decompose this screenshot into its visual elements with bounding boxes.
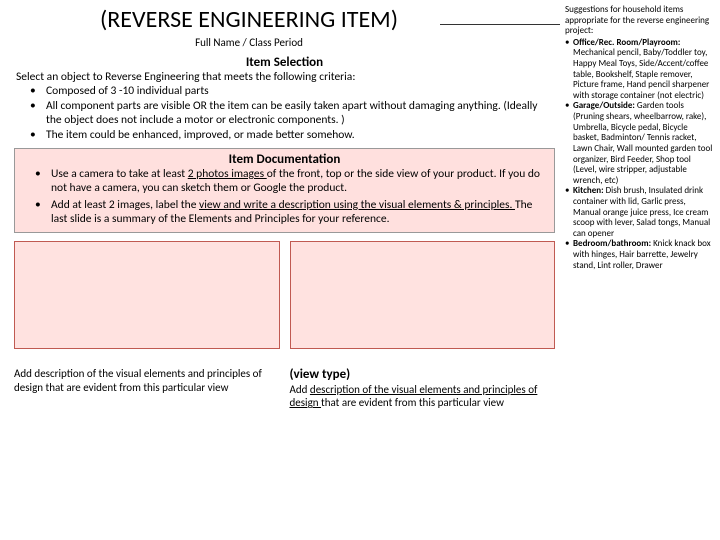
suggestions-sidebar: Suggestions for household items appropri… bbox=[565, 0, 720, 540]
selection-intro: Select an object to Reverse Engineering … bbox=[16, 70, 553, 84]
item-documentation-box: Item Documentation Use a camera to take … bbox=[14, 148, 555, 234]
suggestions-bedroom: Bedroom/bathroom: Knick knack box with h… bbox=[565, 239, 714, 271]
suggestions-intro: Suggestions for household items appropri… bbox=[565, 5, 714, 37]
image-placeholder-1 bbox=[14, 241, 280, 349]
image-row bbox=[14, 241, 555, 349]
view-type-label: (view type) bbox=[290, 367, 351, 382]
caption-2: (view type) Add description of the visua… bbox=[290, 367, 556, 409]
item-documentation-header: Item Documentation bbox=[21, 152, 548, 167]
page-title: (REVERSE ENGINEERING ITEM) bbox=[34, 5, 464, 34]
image-placeholder-2 bbox=[290, 241, 556, 349]
caption-1: Add description of the visual elements a… bbox=[14, 367, 280, 409]
suggestions-garage: Garage/Outside: Garden tools (Pruning sh… bbox=[565, 101, 714, 186]
page-subtitle: Full Name / Class Period bbox=[34, 36, 464, 49]
selection-bullet-2: All component parts are visible OR the i… bbox=[26, 99, 553, 128]
caption-row: Add description of the visual elements a… bbox=[14, 367, 555, 409]
item-selection-body: Select an object to Reverse Engineering … bbox=[16, 70, 553, 142]
page: (REVERSE ENGINEERING ITEM) Full Name / C… bbox=[0, 0, 720, 540]
documentation-bullet-1: Use a camera to take at least 2 photos i… bbox=[31, 167, 548, 196]
selection-bullet-1: Composed of 3 -10 individual parts bbox=[26, 84, 553, 98]
header-rule bbox=[440, 24, 560, 25]
documentation-bullet-2: Add at least 2 images, label the view an… bbox=[31, 198, 548, 227]
suggestions-kitchen: Kitchen: Dish brush, Insulated drink con… bbox=[565, 186, 714, 239]
item-documentation-body: Use a camera to take at least 2 photos i… bbox=[21, 167, 548, 227]
selection-bullet-3: The item could be enhanced, improved, or… bbox=[26, 128, 553, 142]
item-selection-header: Item Selection bbox=[14, 55, 555, 70]
left-column: (REVERSE ENGINEERING ITEM) Full Name / C… bbox=[0, 0, 565, 540]
suggestions-office: Office/Rec. Room/Playroom: Mechanical pe… bbox=[565, 38, 714, 102]
